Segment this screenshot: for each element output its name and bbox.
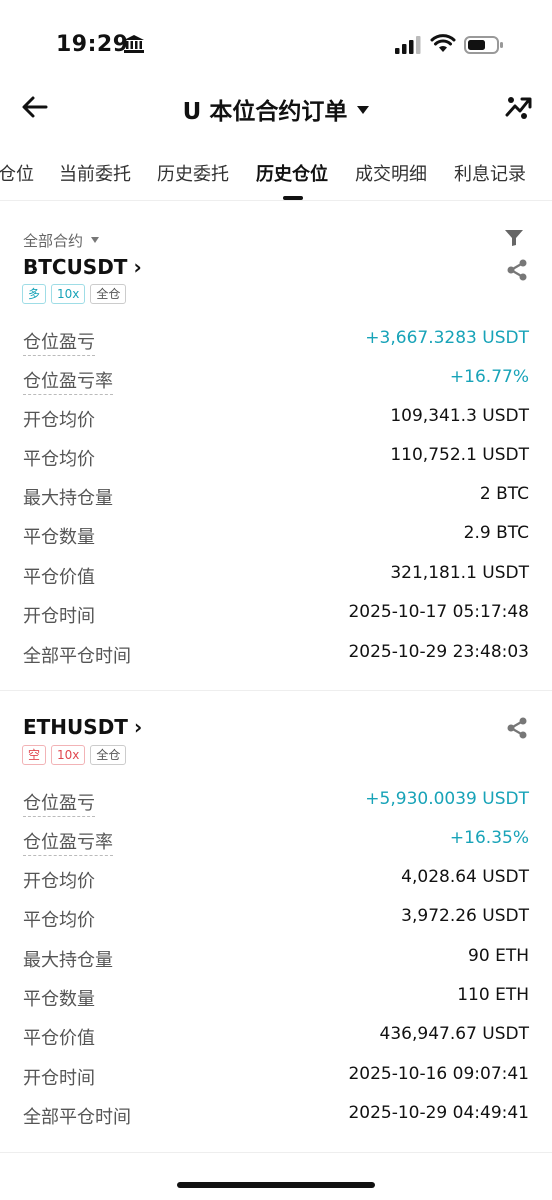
detail-label: 平仓数量 [23, 989, 95, 1010]
contract-filter-dropdown[interactable]: 全部合约 [23, 230, 100, 251]
tab-position-history[interactable]: 历史仓位 [256, 160, 328, 186]
detail-label[interactable]: 仓位盈亏率 [23, 367, 113, 395]
side-tag: 多 [22, 284, 47, 304]
nav-bar: U 本位合约订单 [0, 80, 552, 136]
detail-row: 平仓价值 321,181.1 USDT [0, 560, 552, 590]
detail-label: 开仓均价 [23, 871, 95, 892]
detail-label: 全部平仓时间 [23, 1107, 131, 1128]
detail-value: 3,972.26 USDT [401, 906, 529, 926]
detail-label: 平仓价值 [23, 1028, 95, 1049]
detail-row: 最大持仓量 2 BTC [0, 481, 552, 511]
detail-row: 平仓数量 110 ETH [0, 982, 552, 1012]
detail-value: 110,752.1 USDT [390, 445, 529, 465]
bank-icon [124, 35, 144, 53]
detail-label: 平仓均价 [23, 910, 95, 931]
detail-row: 仓位盈亏率 +16.77% [0, 364, 552, 395]
caret-down-icon [91, 236, 100, 243]
detail-row: 开仓均价 4,028.64 USDT [0, 864, 552, 894]
detail-row: 全部平仓时间 2025-10-29 04:49:41 [0, 1100, 552, 1130]
cellular-signal-icon [395, 36, 421, 54]
detail-value: 90 ETH [468, 946, 529, 966]
tab-bar: 仓位 当前委托 历史委托 历史仓位 成交明细 利息记录 [0, 150, 552, 200]
detail-value: +16.35% [449, 828, 529, 848]
detail-value: +3,667.3283 USDT [365, 328, 529, 348]
page-title-dropdown[interactable]: U 本位合约订单 [0, 92, 552, 126]
share-chart-icon[interactable] [504, 93, 532, 121]
position-tags: 多 10x 全仓 [22, 284, 127, 304]
detail-label: 全部平仓时间 [23, 646, 131, 667]
detail-row: 平仓价值 436,947.67 USDT [0, 1021, 552, 1051]
leverage-tag: 10x [51, 745, 86, 765]
detail-label: 开仓时间 [23, 606, 95, 627]
detail-value: +16.77% [449, 367, 529, 387]
detail-label: 平仓均价 [23, 449, 95, 470]
tab-order-history[interactable]: 历史委托 [157, 160, 229, 186]
wifi-icon [430, 34, 456, 52]
detail-value: 321,181.1 USDT [390, 563, 529, 583]
home-indicator [177, 1182, 375, 1188]
detail-row: 开仓均价 109,341.3 USDT [0, 403, 552, 433]
contract-filter-label: 全部合约 [23, 232, 84, 250]
tab-trade-history[interactable]: 成交明细 [355, 160, 427, 186]
detail-row: 最大持仓量 90 ETH [0, 943, 552, 973]
tab-open-orders[interactable]: 当前委托 [59, 160, 131, 186]
symbol-link[interactable]: ETHUSDT › [23, 715, 142, 739]
detail-row: 平仓数量 2.9 BTC [0, 520, 552, 550]
status-bar: 19:29 [0, 0, 552, 90]
filter-row: 全部合约 [0, 222, 552, 254]
leverage-tag: 10x [51, 284, 86, 304]
detail-row: 仓位盈亏率 +16.35% [0, 825, 552, 856]
battery-icon [464, 36, 503, 54]
card-divider [0, 690, 552, 691]
caret-down-icon [357, 105, 370, 114]
chevron-right-icon: › [133, 715, 143, 739]
symbol-name: BTCUSDT [23, 255, 128, 279]
detail-row: 开仓时间 2025-10-17 05:17:48 [0, 599, 552, 629]
card-divider [0, 1152, 552, 1153]
symbol-link[interactable]: BTCUSDT › [23, 255, 142, 279]
tab-positions[interactable]: 仓位 [0, 160, 34, 186]
share-icon[interactable] [505, 258, 529, 282]
detail-value: 2.9 BTC [463, 523, 529, 543]
detail-label: 最大持仓量 [23, 488, 113, 509]
detail-label: 平仓价值 [23, 567, 95, 588]
chevron-right-icon: › [133, 255, 142, 279]
detail-label[interactable]: 仓位盈亏 [23, 328, 95, 356]
filter-icon[interactable] [504, 229, 524, 247]
detail-value: 109,341.3 USDT [390, 406, 529, 426]
detail-value: 110 ETH [457, 985, 529, 1005]
page-title: U 本位合约订单 [182, 99, 348, 125]
detail-value: 2 BTC [479, 484, 529, 504]
detail-row: 平仓均价 110,752.1 USDT [0, 442, 552, 472]
position-tags: 空 10x 全仓 [22, 745, 127, 765]
detail-row: 全部平仓时间 2025-10-29 23:48:03 [0, 639, 552, 669]
detail-label[interactable]: 仓位盈亏 [23, 789, 95, 817]
detail-label: 最大持仓量 [23, 950, 113, 971]
detail-row: 平仓均价 3,972.26 USDT [0, 903, 552, 933]
detail-value: 2025-10-16 09:07:41 [348, 1064, 529, 1084]
detail-value: 2025-10-29 04:49:41 [348, 1103, 529, 1123]
detail-label: 平仓数量 [23, 527, 95, 548]
margin-mode-tag: 全仓 [90, 284, 127, 304]
detail-value: 2025-10-29 23:48:03 [348, 642, 529, 662]
side-tag: 空 [22, 745, 47, 765]
detail-row: 仓位盈亏 +5,930.0039 USDT [0, 786, 552, 817]
detail-value: +5,930.0039 USDT [365, 789, 529, 809]
detail-label: 开仓均价 [23, 410, 95, 431]
detail-label: 开仓时间 [23, 1068, 95, 1089]
margin-mode-tag: 全仓 [90, 745, 127, 765]
detail-value: 436,947.67 USDT [379, 1024, 529, 1044]
detail-row: 开仓时间 2025-10-16 09:07:41 [0, 1061, 552, 1091]
detail-label[interactable]: 仓位盈亏率 [23, 828, 113, 856]
detail-row: 仓位盈亏 +3,667.3283 USDT [0, 325, 552, 356]
status-time: 19:29 [56, 32, 129, 57]
detail-value: 2025-10-17 05:17:48 [348, 602, 529, 622]
share-icon[interactable] [505, 716, 529, 740]
divider [0, 200, 552, 201]
symbol-name: ETHUSDT [23, 715, 128, 739]
detail-value: 4,028.64 USDT [401, 867, 529, 887]
tab-interest-records[interactable]: 利息记录 [454, 160, 526, 186]
